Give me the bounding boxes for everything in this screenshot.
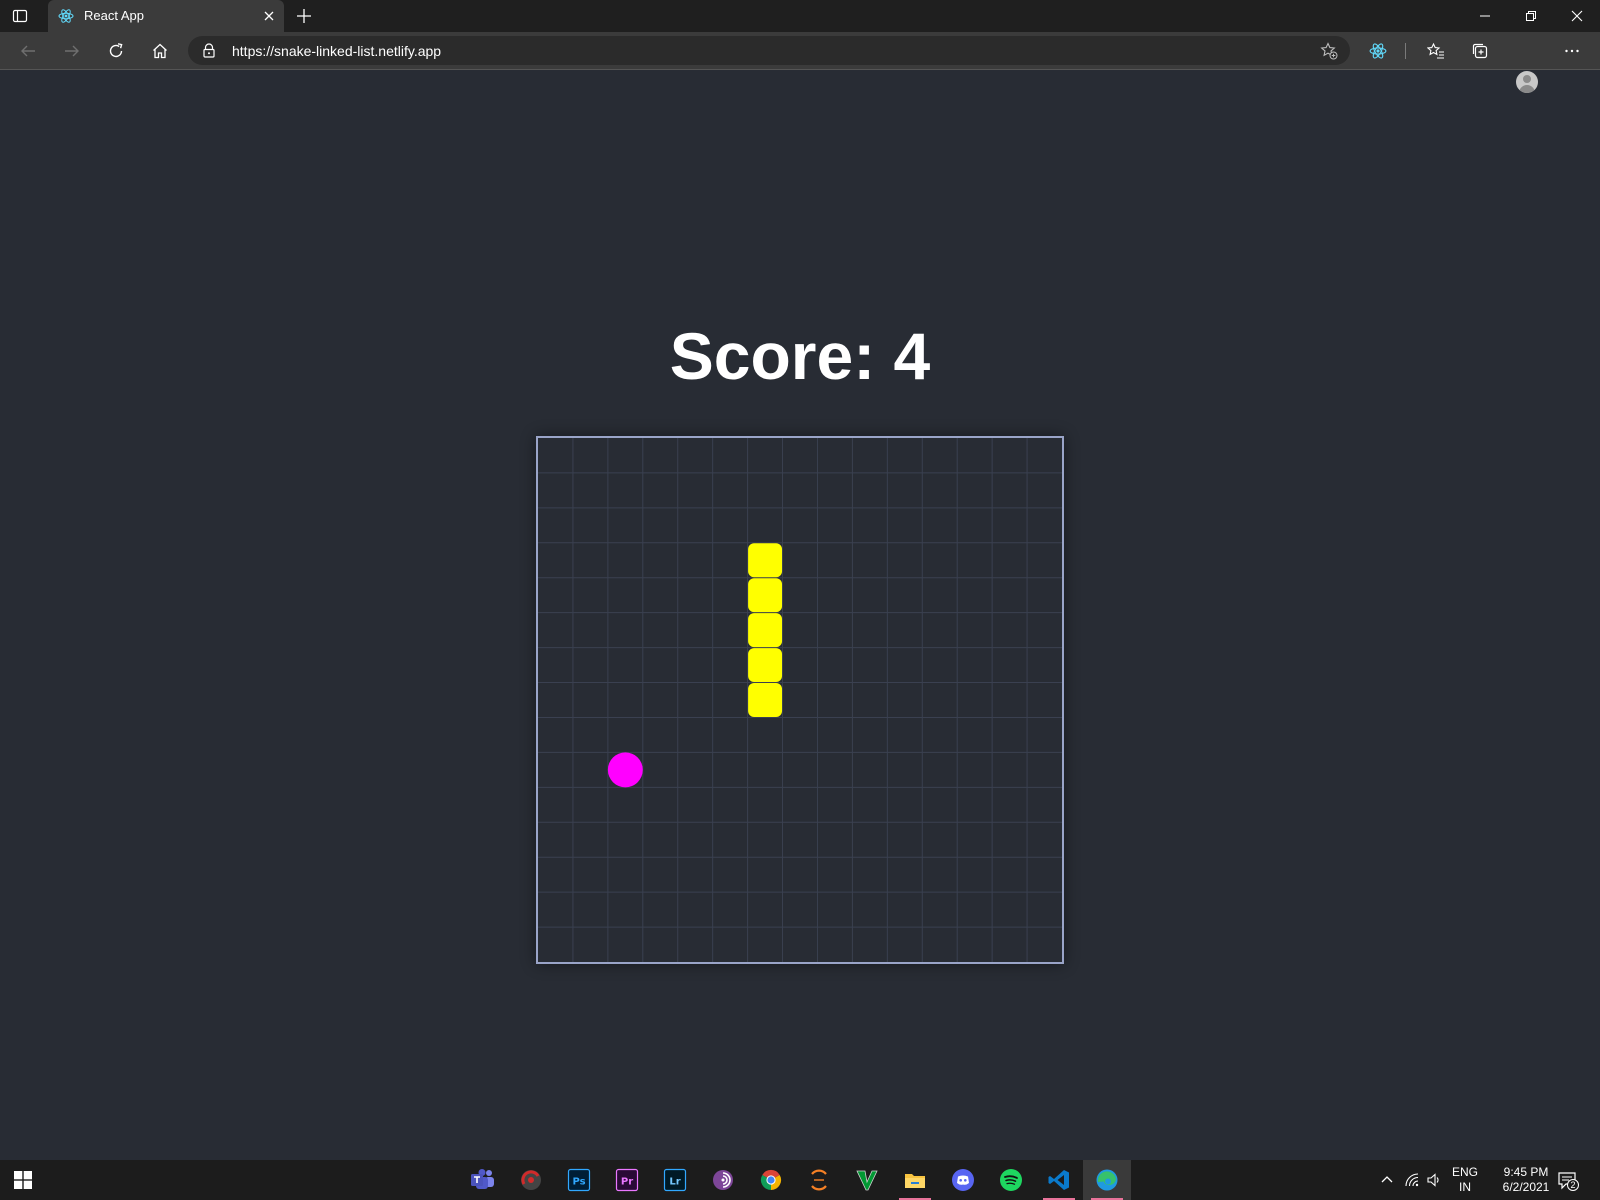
more-icon [1565,49,1579,53]
photoshop-icon: Ps [567,1168,591,1192]
chrome-icon [760,1169,782,1191]
taskbar-app-eclipse[interactable] [795,1160,843,1200]
avatar[interactable] [1516,71,1538,93]
taskbar-app-vim[interactable] [843,1160,891,1200]
file-explorer-icon [905,1174,925,1188]
url-scheme: https:// [232,43,275,59]
snake-segment [748,578,783,613]
forward-button[interactable] [62,41,82,61]
tab-react-app[interactable]: React App [48,0,284,32]
refresh-button[interactable] [106,41,126,61]
language-region: IN [1459,1180,1471,1194]
restore-button[interactable] [1508,0,1554,32]
back-button[interactable] [18,41,38,61]
chevron-up-icon [1381,1176,1393,1183]
taskbar-app-file-explorer[interactable] [891,1160,939,1200]
tab-actions-icon[interactable] [12,8,28,24]
restore-icon [1526,11,1536,21]
react-icon [58,9,74,23]
discord-icon [952,1169,974,1191]
language-indicator[interactable]: ENG IN [1448,1165,1482,1195]
favorites-icon [1427,42,1444,59]
lightroom-label: Lr [669,1177,680,1188]
taskbar-app-tor[interactable] [699,1160,747,1200]
taskbar-app-redshift[interactable] [507,1160,555,1200]
speaker-icon [1427,1173,1439,1187]
score-heading: Score: 4 [669,319,931,393]
edge-icon [1096,1169,1118,1191]
close-icon [1571,10,1583,22]
url-text[interactable]: https://snake-linked-list.netlify.app [232,43,441,59]
teams-icon [471,1169,494,1189]
collections-icon [1472,43,1488,59]
taskbar-app-premiere[interactable]: Pr [603,1160,651,1200]
game-board[interactable] [536,436,1064,964]
lock-icon[interactable] [202,43,216,58]
taskbar-app-photoshop[interactable]: Ps [555,1160,603,1200]
refresh-icon [109,43,123,58]
arrow-left-icon [21,45,35,57]
address-bar[interactable]: https://snake-linked-list.netlify.app [188,36,1350,65]
taskbar-app-lightroom[interactable]: Lr [651,1160,699,1200]
notification-count-badge: 2 [1567,1179,1579,1191]
toolbar-divider [1405,43,1406,59]
premiere-label: Pr [621,1177,633,1188]
spotify-icon [1000,1169,1022,1191]
arrow-right-icon [65,45,79,57]
food-pellet [607,752,643,788]
redshift-icon [521,1170,541,1190]
collections-button[interactable] [1470,41,1490,61]
minimize-icon [1480,15,1490,17]
taskbar-app-chrome[interactable] [747,1160,795,1200]
premiere-icon: Pr [615,1168,639,1192]
wifi-icon [1405,1173,1419,1187]
windows-start-icon[interactable] [14,1171,32,1189]
taskbar-app-edge[interactable] [1083,1160,1131,1200]
snake-segment [748,613,783,648]
minimize-button[interactable] [1462,0,1508,32]
clock-date: 6/2/2021 [1502,1180,1550,1194]
photoshop-label: Ps [572,1177,585,1188]
star-add-icon[interactable] [1320,42,1338,60]
clock-time: 9:45 PM [1503,1165,1549,1179]
close-window-button[interactable] [1554,0,1600,32]
tor-icon [713,1170,733,1190]
vscode-icon [1048,1170,1069,1190]
lightroom-icon: Lr [663,1168,687,1192]
url-host: snake-linked-list.netlify.app [274,43,442,59]
show-hidden-icons[interactable] [1378,1171,1396,1189]
network-tray[interactable] [1403,1171,1421,1189]
react-icon [1369,43,1387,59]
home-icon [153,43,167,59]
vim-icon [856,1170,878,1191]
tab-strip: React App [0,0,1600,32]
new-tab-icon[interactable] [296,8,312,24]
taskbar-app-discord[interactable] [939,1160,987,1200]
snake-segment [748,648,783,683]
tab-title: React App [84,8,144,23]
game-grid [538,438,1062,962]
more-button[interactable] [1562,41,1582,61]
eclipse-icon [811,1169,827,1191]
taskbar-app-vscode[interactable] [1035,1160,1083,1200]
taskbar-app-spotify[interactable] [987,1160,1035,1200]
volume-tray[interactable] [1425,1171,1443,1189]
taskbar: Ps Pr Lr ENG IN 9:45 PM 6/2/2021 2 [0,1160,1600,1200]
language-code: ENG [1451,1165,1478,1179]
snake-head [748,543,783,578]
browser-toolbar: https://snake-linked-list.netlify.app [0,32,1600,93]
home-button[interactable] [150,41,170,61]
snake-segment [748,683,783,717]
close-tab-icon[interactable] [262,9,276,23]
react-devtools-extension[interactable] [1368,41,1388,61]
clock[interactable]: 9:45 PM 6/2/2021 [1490,1165,1562,1195]
taskbar-app-teams[interactable] [459,1160,507,1200]
favorites-button[interactable] [1426,41,1446,61]
